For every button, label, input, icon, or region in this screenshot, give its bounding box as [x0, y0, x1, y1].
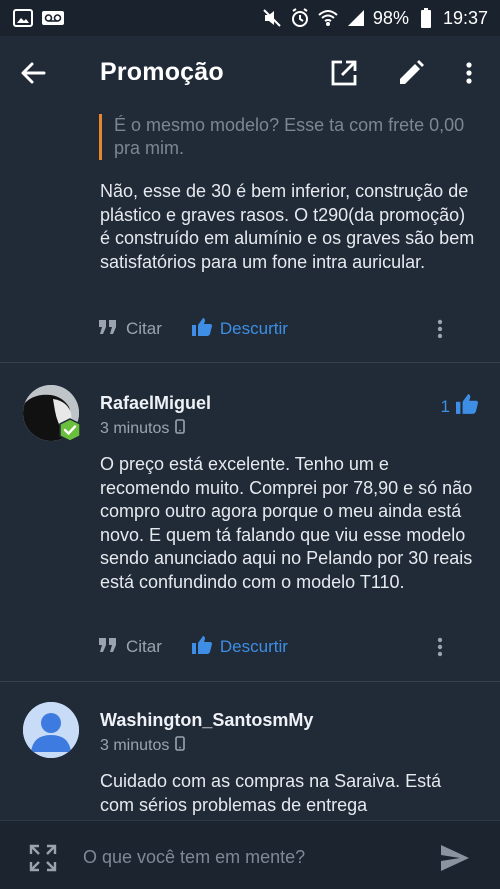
verified-badge-icon — [58, 418, 81, 442]
signal-icon — [345, 7, 367, 29]
comment-time: 3 minutos — [100, 737, 170, 754]
clock: 19:37 — [442, 7, 488, 28]
cite-label: Citar — [126, 637, 162, 656]
divider — [0, 362, 500, 363]
comment-text: O preço está excelente. Tenho um e recom… — [100, 454, 473, 592]
comment-actions: Citar Descurtir — [98, 632, 478, 662]
comment-text: Não, esse de 30 é bem inferior, construç… — [100, 181, 475, 272]
open-external-icon[interactable] — [327, 56, 361, 90]
avatar[interactable] — [23, 702, 79, 758]
cite-label: Citar — [126, 319, 162, 338]
thumbs-up-icon — [191, 317, 212, 341]
quoted-text: É o mesmo modelo? Esse ta com frete 0,00… — [99, 114, 469, 160]
like-count-value: 1 — [440, 396, 450, 416]
quote-icon — [98, 319, 118, 339]
comment-actions: Citar Descurtir — [98, 314, 478, 344]
comment-meta: 3 minutos — [100, 736, 186, 756]
thumbs-up-icon — [191, 635, 212, 659]
unlike-button[interactable]: Descurtir — [191, 635, 288, 659]
comment-time: 3 minutos — [100, 420, 170, 437]
comment-text: Cuidado com as compras na Saraiva. Está … — [100, 771, 442, 815]
alarm-icon — [289, 7, 311, 29]
battery-icon — [415, 7, 437, 29]
more-vert-icon[interactable] — [452, 56, 486, 90]
comment-username[interactable]: Washington_SantosmMy — [100, 710, 313, 731]
cite-button[interactable]: Citar — [98, 637, 162, 657]
mute-icon — [261, 7, 283, 29]
status-bar: 98% 19:37 — [0, 0, 500, 36]
voicemail-icon — [42, 7, 64, 29]
mobile-device-icon — [175, 419, 186, 439]
cite-button[interactable]: Citar — [98, 319, 162, 339]
comment-more-icon[interactable] — [430, 632, 450, 662]
comment-composer — [0, 820, 500, 889]
battery-percent: 98% — [372, 7, 409, 28]
comment-input[interactable] — [83, 843, 403, 871]
unlike-label: Descurtir — [219, 637, 288, 656]
comment-meta: 3 minutos — [100, 419, 186, 439]
thumbs-up-icon — [456, 394, 478, 419]
unlike-label: Descurtir — [219, 319, 288, 338]
send-icon[interactable] — [438, 841, 472, 875]
unlike-button[interactable]: Descurtir — [191, 317, 288, 341]
edit-pencil-icon[interactable] — [394, 56, 428, 90]
comments-feed[interactable]: É o mesmo modelo? Esse ta com frete 0,00… — [0, 110, 500, 820]
back-arrow-icon[interactable] — [18, 58, 48, 88]
comment-username[interactable]: RafaelMiguel — [100, 393, 211, 414]
quote-icon — [98, 637, 118, 657]
divider — [0, 681, 500, 682]
app-bar: Promoção — [0, 36, 500, 110]
wifi-icon — [317, 7, 339, 29]
mobile-device-icon — [175, 736, 186, 756]
like-count[interactable]: 1 — [441, 394, 478, 419]
fullscreen-expand-icon[interactable] — [28, 843, 58, 873]
image-notification-icon — [12, 7, 34, 29]
page-title: Promoção — [100, 58, 224, 86]
comment-more-icon[interactable] — [430, 314, 450, 344]
